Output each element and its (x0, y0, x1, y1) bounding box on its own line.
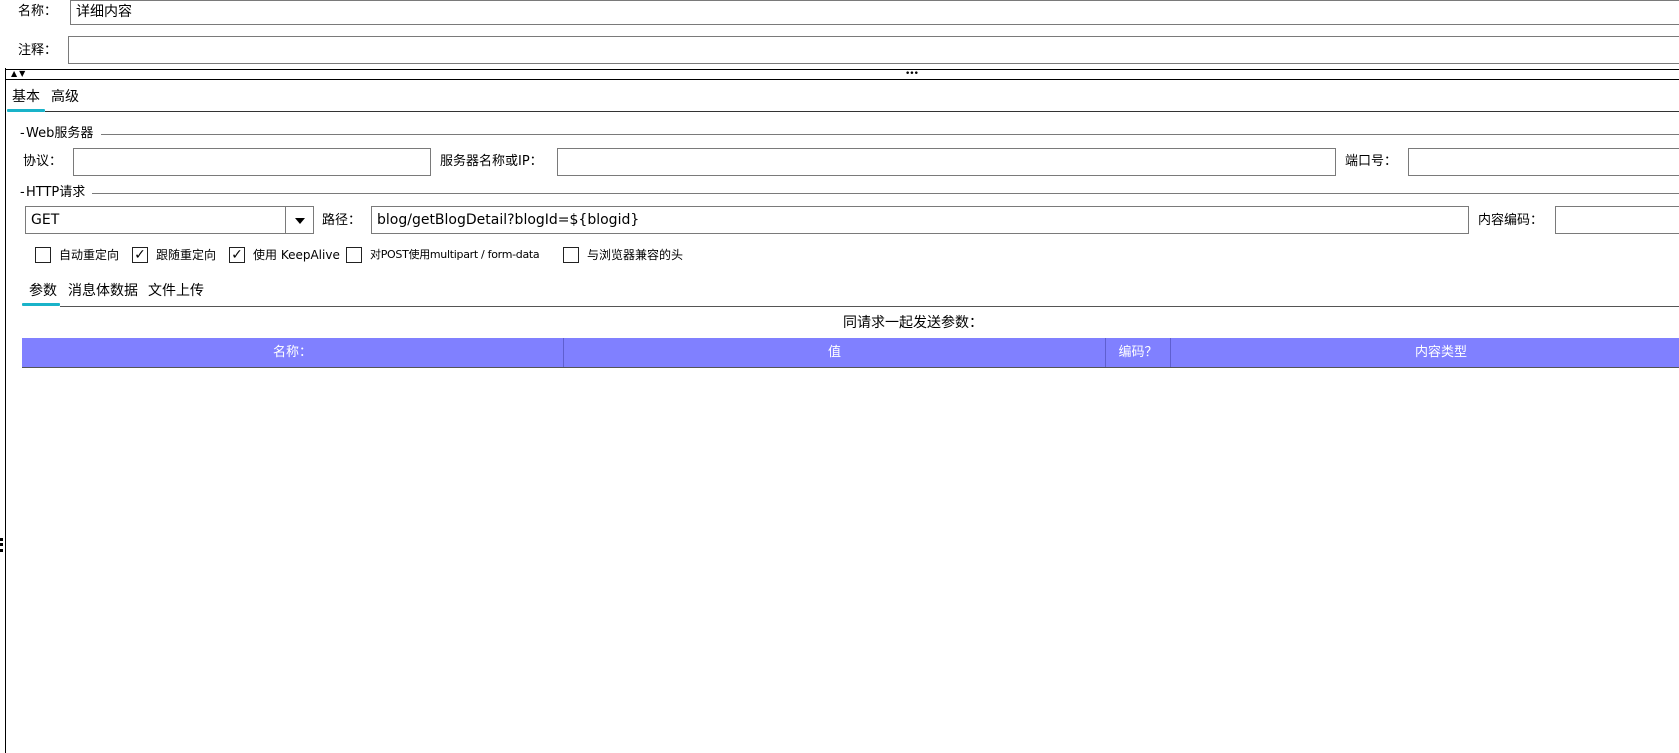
column-header-name[interactable]: 名称： (22, 338, 564, 368)
splitter-collapse-arrows[interactable]: ▲▼ (11, 69, 27, 79)
follow-redirect-label: 跟随重定向 (156, 248, 217, 262)
protocol-label: 协议： (23, 154, 63, 169)
http-request-group-line (92, 193, 1679, 194)
multipart-label: 对POST使用multipart / form-data (370, 248, 540, 261)
server-label: 服务器名称或IP： (440, 154, 543, 169)
params-caption: 同请求一起发送参数： (843, 315, 983, 331)
tab-body-data[interactable]: 消息体数据 (68, 282, 138, 300)
server-input[interactable] (557, 148, 1336, 176)
column-header-value[interactable]: 值 (564, 338, 1106, 368)
browser-compatible-headers-checkbox[interactable] (563, 247, 579, 263)
sub-tabs-divider (60, 306, 1679, 307)
comment-input[interactable] (68, 36, 1679, 64)
name-input[interactable]: 详细内容 (70, 0, 1679, 25)
splitter-top-line (5, 69, 1679, 70)
keepalive-checkbox[interactable]: ✓ (229, 247, 245, 263)
http-request-legend: HTTP请求 (26, 185, 86, 200)
params-table-body[interactable] (22, 368, 1679, 753)
path-input[interactable]: blog/getBlogDetail?blogId=${blogid} (371, 206, 1469, 234)
side-resize-handle[interactable] (0, 538, 3, 552)
tab-file-upload[interactable]: 文件上传 (148, 282, 204, 300)
protocol-input[interactable] (73, 148, 431, 176)
auto-redirect-label: 自动重定向 (59, 248, 120, 262)
column-header-content-type[interactable]: 内容类型 (1171, 338, 1679, 368)
tab-parameters[interactable]: 参数 (29, 282, 57, 300)
splitter-bottom-line (5, 79, 1679, 80)
web-server-legend: Web服务器 (26, 126, 94, 141)
name-label: 名称： (18, 4, 58, 19)
method-select[interactable]: GET (25, 206, 314, 234)
column-header-encode[interactable]: 编码？ (1106, 338, 1171, 368)
auto-redirect-checkbox[interactable] (35, 247, 51, 263)
check-icon: ✓ (134, 247, 146, 263)
method-value: GET (31, 212, 60, 228)
port-input[interactable] (1408, 148, 1679, 176)
multipart-checkbox[interactable] (346, 247, 362, 263)
browser-compatible-headers-label: 与浏览器兼容的头 (587, 248, 684, 262)
follow-redirect-checkbox[interactable]: ✓ (132, 247, 148, 263)
web-server-group-line (101, 134, 1679, 135)
left-border (5, 68, 6, 753)
content-encoding-input[interactable] (1555, 206, 1679, 234)
chevron-down-icon (294, 218, 305, 224)
http-request-legend-tick: - (20, 185, 25, 200)
check-icon: ✓ (231, 247, 243, 263)
main-tabs-divider (45, 111, 1679, 112)
comment-label: 注释： (18, 43, 58, 58)
path-label: 路径： (322, 213, 362, 228)
tab-advanced[interactable]: 高级 (51, 88, 79, 106)
tab-basic-underline (7, 109, 45, 112)
content-encoding-label: 内容编码： (1478, 213, 1544, 228)
keepalive-label: 使用 KeepAlive (253, 248, 340, 262)
port-label: 端口号： (1345, 154, 1398, 169)
tab-parameters-underline (22, 303, 60, 306)
tab-basic[interactable]: 基本 (12, 88, 40, 106)
web-server-legend-tick: - (20, 126, 25, 141)
method-dropdown-button[interactable] (285, 207, 313, 233)
